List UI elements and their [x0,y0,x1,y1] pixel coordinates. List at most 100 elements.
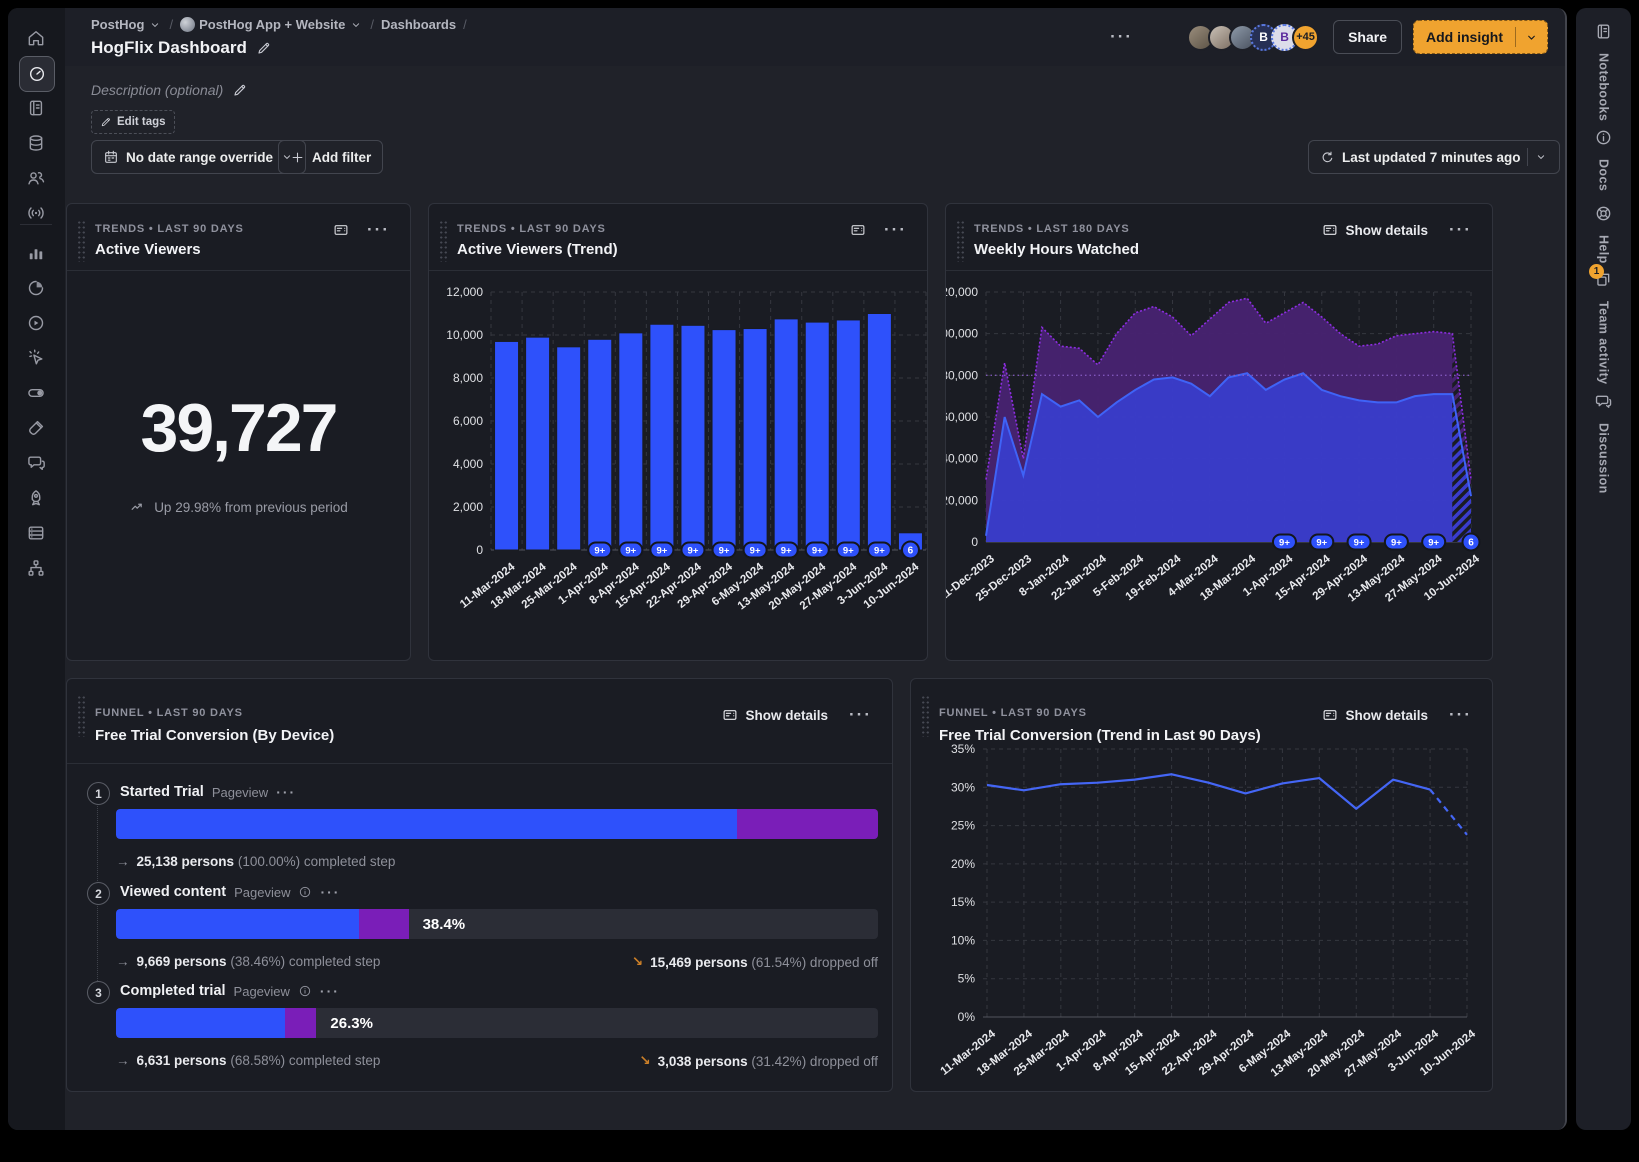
avatar-overflow-count[interactable]: +45 [1292,24,1319,51]
dashboards-icon [27,64,47,84]
drag-handle[interactable] [77,695,86,737]
pipeline-icon [26,558,46,578]
funnel-bar-segment-blue [116,809,737,839]
refresh-button[interactable]: Last updated 7 minutes ago [1308,140,1560,174]
top-bar: PostHog / PostHog App + Website / Dashbo… [65,8,1565,67]
sidebar-item-pipeline[interactable] [19,551,53,585]
svg-text:9+: 9+ [750,546,761,557]
sidebar-item-early-access[interactable] [19,481,53,515]
rail-item-label: Team activity [1597,301,1611,384]
funnel-step-name[interactable]: Completed trial [120,983,226,999]
edit-tags-button[interactable]: Edit tags [91,110,175,134]
card-title[interactable]: Weekly Hours Watched [974,241,1139,258]
rail-item-team-activity[interactable]: 1 Team activity [1576,270,1631,384]
card-more-button[interactable]: ··· [359,216,398,244]
svg-text:9+: 9+ [719,546,730,557]
rail-item-label: Notebooks [1597,53,1611,121]
weekly-hours-area-chart[interactable]: 020,00040,00060,00080,000100,000120,0009… [946,271,1494,661]
breadcrumb-project[interactable]: PostHog App + Website [180,17,363,32]
sidebar-item-home[interactable] [19,21,53,55]
svg-text:60,000: 60,000 [946,410,978,424]
delta-row: Up 29.98% from previous period [67,499,410,516]
card-title[interactable]: Free Trial Conversion (By Device) [95,727,334,744]
drag-handle[interactable] [921,695,930,737]
details-icon [1322,707,1338,723]
card-more-button[interactable]: ··· [1441,701,1480,729]
add-insight-label: Add insight [1414,29,1515,45]
show-details-button[interactable]: Show details [1315,703,1435,727]
svg-text:12,000: 12,000 [446,285,483,299]
add-insight-button[interactable]: Add insight [1413,20,1548,54]
breadcrumb-dashboards[interactable]: Dashboards [381,17,456,32]
svg-text:15%: 15% [951,895,975,909]
rail-item-help[interactable]: Help [1576,204,1631,264]
chevron-down-icon[interactable] [1516,30,1547,45]
drag-handle[interactable] [439,220,448,262]
dashboard-more-button[interactable]: ··· [1102,23,1141,51]
funnel-dropped-persons[interactable]: 3,038 persons [658,1054,748,1069]
funnel-bar[interactable] [116,1008,878,1038]
funnel-dropped-persons[interactable]: 15,469 persons [650,955,748,970]
funnel-step-name[interactable]: Started Trial [120,784,204,800]
sidebar-item-people[interactable] [19,161,53,195]
edit-title-button[interactable] [256,40,272,56]
svg-text:9+: 9+ [781,546,792,557]
show-details-button[interactable]: Show details [1315,218,1435,242]
share-button[interactable]: Share [1333,20,1402,54]
sidebar-item-feature-flags[interactable] [19,376,53,410]
svg-text:5%: 5% [958,972,976,986]
edit-description-button[interactable] [232,82,248,98]
date-range-label: No date range override [126,150,273,165]
rail-item-notebooks[interactable]: Notebooks [1576,22,1631,121]
date-range-filter-button[interactable]: No date range override [91,140,306,174]
sidebar-item-experiments[interactable] [19,411,53,445]
funnel-step-more-button[interactable]: ··· [276,784,296,800]
arrow-down-right-icon: ↘ [632,954,643,970]
card-more-button[interactable]: ··· [1441,216,1480,244]
refresh-icon [1320,150,1335,165]
sidebar-item-data[interactable] [19,126,53,160]
drag-handle[interactable] [956,220,965,262]
svg-text:9+: 9+ [656,546,667,557]
sidebar-item-notebooks[interactable] [19,91,53,125]
funnel-step-more-button[interactable]: ··· [320,983,340,999]
sidebar-item-surveys[interactable] [19,446,53,480]
svg-text:9+: 9+ [688,546,699,557]
add-filter-button[interactable]: Add filter [278,140,383,174]
breadcrumb-org[interactable]: PostHog [91,17,162,32]
card-details-icon-button[interactable] [846,218,870,242]
funnel-completed-persons[interactable]: 25,138 persons [137,854,235,869]
sidebar-item-product-analytics[interactable] [19,236,53,270]
sidebar-item-dashboards[interactable] [19,56,55,92]
rail-icon-wrap: 1 [1594,270,1613,294]
card-title[interactable]: Active Viewers [95,241,201,258]
delta-label: Up 29.98% from previous period [154,500,348,515]
rail-item-discussion[interactable]: Discussion [1576,392,1631,494]
pencil-icon [256,40,272,56]
card-more-button[interactable]: ··· [841,701,880,729]
conversion-trend-line-chart[interactable]: 0%5%10%15%20%25%30%35%11-Mar-202418-Mar-… [911,739,1494,1093]
description-placeholder[interactable]: Description (optional) [91,82,223,98]
sidebar-item-web-analytics[interactable] [19,271,53,305]
drag-handle[interactable] [77,220,86,262]
card-details-icon-button[interactable] [329,218,353,242]
card-title[interactable]: Active Viewers (Trend) [457,241,618,258]
card-meta: FUNNEL • LAST 90 DAYS [939,707,1087,719]
sidebar-item-data-warehouse[interactable] [19,516,53,550]
funnel-step-more-button[interactable]: ··· [320,884,340,900]
edit-tags-label: Edit tags [117,116,166,128]
active-viewers-trend-bar-chart[interactable]: 02,0004,0006,0008,00010,00012,0009+9+9+9… [429,271,929,661]
funnel-bar[interactable] [116,809,878,839]
sidebar-item-session-replay[interactable] [19,306,53,340]
right-sidebar: Notebooks Docs Help 1 Team activity Discussio… [1576,8,1631,1130]
card-funnel-trend: FUNNEL • LAST 90 DAYS Free Trial Convers… [910,678,1493,1092]
feature-flags-icon [26,383,46,403]
card-more-button[interactable]: ··· [876,216,915,244]
funnel-step-name[interactable]: Viewed content [120,884,226,900]
show-details-button[interactable]: Show details [715,703,835,727]
sidebar-item-toolbar[interactable] [19,341,53,375]
funnel-bar[interactable] [116,909,878,939]
big-number-value: 39,727 [67,389,410,467]
pencil-icon [100,116,112,128]
rail-item-docs[interactable]: Docs [1576,128,1631,191]
